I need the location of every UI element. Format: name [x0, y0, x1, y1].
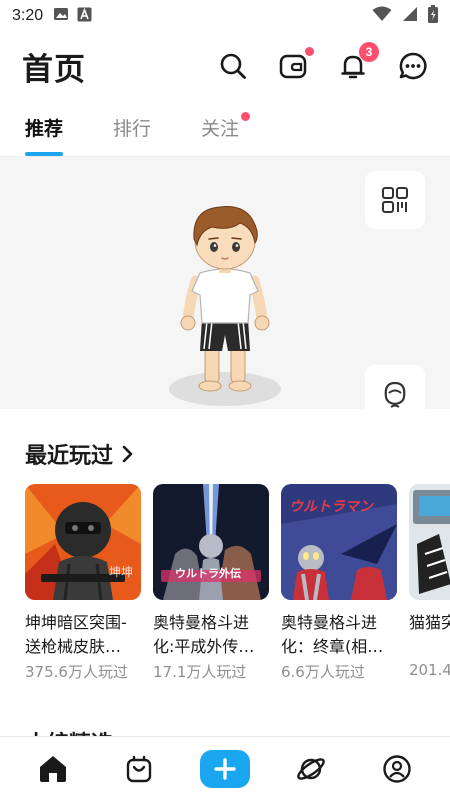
face-icon	[384, 381, 406, 408]
face-button[interactable]	[365, 365, 425, 409]
tab-ranking[interactable]: 排行	[113, 104, 151, 156]
nav-explore[interactable]	[285, 747, 337, 791]
wallet-icon	[279, 54, 307, 79]
game-play-count: 375.6万人玩过	[25, 663, 128, 681]
status-bar: 3:20	[0, 0, 450, 32]
add-icon	[214, 757, 236, 780]
qr-code-button[interactable]	[365, 171, 425, 229]
game-thumbnail	[409, 484, 450, 600]
tab-following[interactable]: 关注	[201, 104, 251, 156]
following-dot	[241, 112, 251, 121]
header-actions: 3	[218, 42, 428, 81]
game-title: 猫猫突「S2-	[409, 613, 450, 632]
nav-store[interactable]	[113, 747, 165, 791]
page-title: 首页	[22, 51, 86, 88]
avatar-character[interactable]	[160, 197, 290, 409]
tab-label: 关注	[201, 118, 240, 140]
app-header: 首页 3	[0, 32, 450, 100]
avatar-panel	[0, 157, 450, 409]
game-thumb-text: ウルトラ外伝	[175, 567, 241, 580]
message-icon	[399, 52, 427, 80]
game-play-count: 6.6万人玩过	[281, 663, 365, 681]
add-button[interactable]	[200, 749, 250, 788]
recent-games-list: 坤坤 坤坤暗区突围-送枪械皮肤… 375.6万人玩过 ウルトラ外伝 奥特曼格斗进…	[25, 484, 450, 694]
game-title: 奥特曼格斗进化：终章(相…	[281, 613, 384, 656]
planet-icon	[297, 757, 325, 780]
qr-code-icon	[382, 187, 408, 213]
signal-icon	[402, 6, 418, 26]
game-thumbnail: ウルトラ外伝	[153, 484, 269, 600]
recent-section-header[interactable]: 最近玩过	[25, 438, 135, 470]
chevron-right-icon	[122, 445, 133, 463]
image-icon	[53, 6, 69, 26]
battery-icon	[428, 5, 438, 27]
status-time: 3:20	[12, 7, 44, 24]
game-play-count: 17.1万人玩过	[153, 663, 247, 681]
wifi-icon	[372, 6, 392, 26]
notification-badge: 3	[359, 42, 379, 62]
a-box-icon	[77, 7, 92, 26]
tab-label: 排行	[113, 118, 152, 140]
game-thumbnail: 坤坤	[25, 484, 141, 600]
home-icon	[40, 755, 66, 782]
tab-recommend[interactable]: 推荐	[25, 104, 64, 156]
game-card[interactable]: 坤坤 坤坤暗区突围-送枪械皮肤… 375.6万人玩过	[25, 484, 141, 694]
profile-icon	[383, 754, 411, 783]
tab-label: 推荐	[25, 118, 64, 140]
game-card[interactable]: 猫猫突「S2- 201.4	[409, 484, 450, 694]
search-icon	[220, 53, 246, 79]
wallet-button[interactable]	[278, 47, 314, 81]
wallet-dot	[305, 47, 314, 56]
game-thumbnail: ウルトラマン	[281, 484, 397, 600]
nav-home[interactable]	[27, 747, 79, 791]
store-bag-icon	[126, 755, 152, 782]
game-title: 坤坤暗区突围-送枪械皮肤…	[25, 613, 127, 656]
message-button[interactable]	[398, 51, 428, 81]
game-title: 奥特曼格斗进化:平成外传…	[153, 613, 255, 656]
search-button[interactable]	[218, 51, 248, 81]
notification-button[interactable]: 3	[338, 42, 379, 81]
game-card[interactable]: ウルトラ外伝 奥特曼格斗进化:平成外传… 17.1万人玩过	[153, 484, 269, 694]
game-thumb-text: ウルトラマン	[289, 499, 373, 515]
nav-create[interactable]	[199, 747, 251, 791]
game-card[interactable]: ウルトラマン 奥特曼格斗进化：终章(相… 6.6万人玩过	[281, 484, 397, 694]
nav-profile[interactable]	[371, 747, 423, 791]
recent-section-title: 最近玩过	[25, 444, 114, 469]
game-play-count: 201.4	[409, 661, 450, 679]
bottom-nav	[0, 736, 450, 800]
game-thumb-text: 坤坤	[108, 565, 133, 579]
tab-bar: 推荐 排行 关注	[0, 104, 450, 156]
